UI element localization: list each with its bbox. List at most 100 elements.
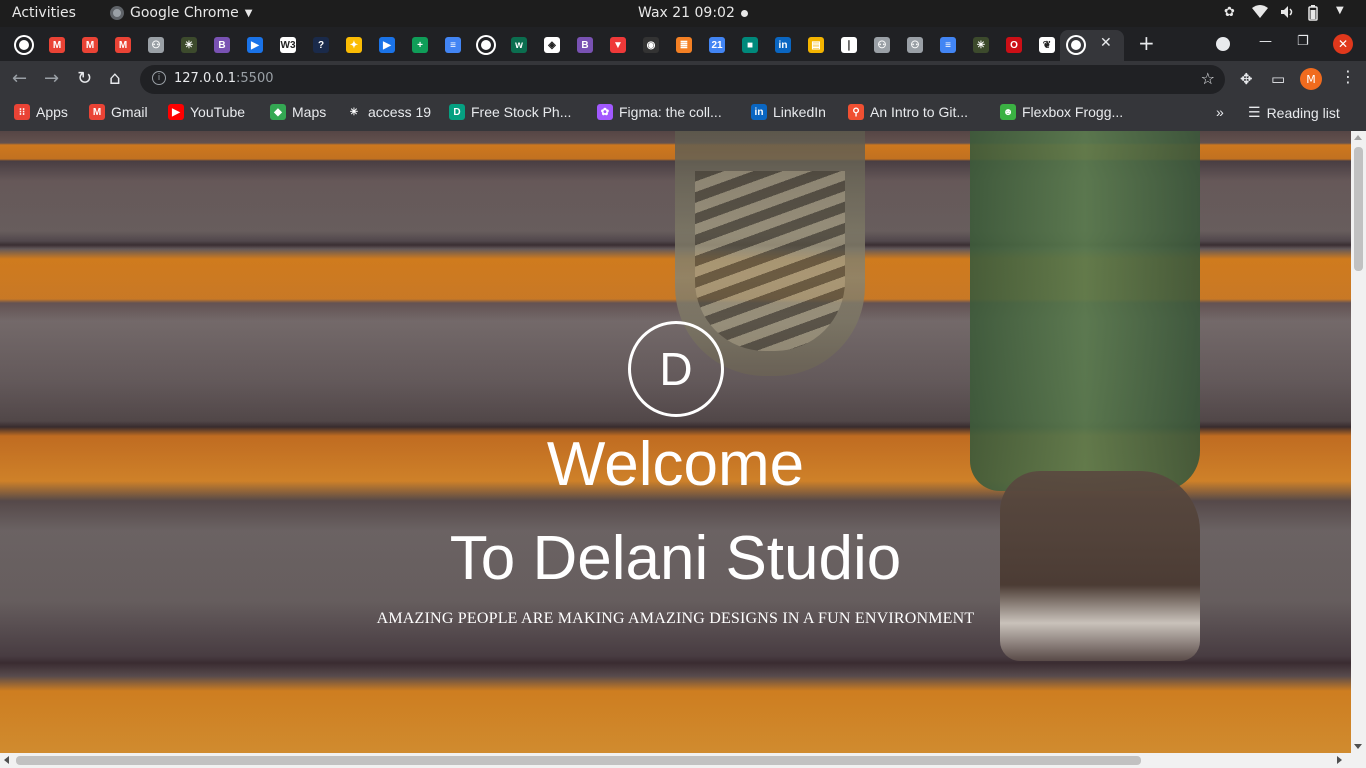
bookmark-item[interactable]: ⁝⁝ Apps (14, 104, 68, 120)
tab[interactable]: w (504, 32, 534, 58)
scroll-right-arrow-icon[interactable] (1337, 756, 1342, 764)
tab[interactable]: ⚇ (900, 32, 930, 58)
tab-active[interactable] (1060, 30, 1124, 61)
close-tab-icon[interactable]: ✕ (1100, 35, 1112, 51)
tab[interactable]: B (207, 32, 237, 58)
bookmark-star-icon[interactable]: ☆ (1201, 69, 1215, 88)
address-bar[interactable]: i 127.0.0.1:5500 ☆ (140, 65, 1225, 94)
linkedin-icon: in (775, 37, 791, 53)
tab[interactable]: + (405, 32, 435, 58)
activities-button[interactable]: Activities (12, 5, 76, 21)
reading-list-button[interactable]: ☰ Reading list (1248, 104, 1340, 121)
hero-tagline: AMAZING PEOPLE ARE MAKING AMAZING DESIGN… (376, 610, 975, 627)
minimize-button[interactable]: — (1259, 34, 1272, 49)
tab[interactable]: B (570, 32, 600, 58)
bookmark-label: Apps (36, 104, 68, 120)
tab[interactable]: ✳ (966, 32, 996, 58)
tab[interactable]: ≣ (669, 32, 699, 58)
vertical-scroll-thumb[interactable] (1354, 147, 1363, 271)
tab[interactable]: ▶ (372, 32, 402, 58)
studio-logo: D (628, 321, 724, 417)
globe-icon (1068, 37, 1084, 53)
bookmark-item[interactable]: ☻ Flexbox Frogg... (1000, 104, 1123, 120)
new-tab-button[interactable]: + (1138, 31, 1155, 55)
scroll-down-arrow-icon[interactable] (1354, 744, 1362, 749)
tab[interactable]: ≡ (438, 32, 468, 58)
bookmarks-bar: ⁝⁝ Apps M Gmail ▶ YouTube ◆ Maps ✳ access 19 D Free… (0, 97, 1366, 131)
tab[interactable]: O (999, 32, 1029, 58)
tab[interactable]: ✳ (174, 32, 204, 58)
help-icon: ? (313, 37, 329, 53)
w-icon: w (511, 37, 527, 53)
sheets-plus-icon: + (412, 37, 428, 53)
scroll-left-arrow-icon[interactable] (4, 756, 9, 764)
bookmark-item[interactable]: ✿ Figma: the coll... (597, 104, 722, 120)
bookmark-item[interactable]: in LinkedIn (751, 104, 826, 120)
bookmark-item[interactable]: ⚲ An Intro to Git... (848, 104, 968, 120)
git-icon: ⚲ (848, 104, 864, 120)
bookmark-item[interactable]: D Free Stock Ph... (449, 104, 571, 120)
system-tray[interactable]: ✿ ▼ (1224, 5, 1350, 21)
forward-button[interactable]: → (44, 68, 59, 89)
maximize-button[interactable]: ❐ (1297, 34, 1309, 49)
bookmark-item[interactable]: ◆ Maps (270, 104, 326, 120)
tab[interactable] (471, 32, 501, 58)
incognito-icon: ⚇ (907, 37, 923, 53)
tab[interactable]: 21 (702, 32, 732, 58)
tab[interactable]: in (768, 32, 798, 58)
palm-icon: ✳ (346, 104, 362, 120)
tab[interactable]: ▶ (240, 32, 270, 58)
tab[interactable]: M (75, 32, 105, 58)
figma-icon: ✿ (597, 104, 613, 120)
tab[interactable]: ✦ (339, 32, 369, 58)
bookmark-item[interactable]: ▶ YouTube (168, 104, 245, 120)
sites-icon: ✦ (346, 37, 362, 53)
scroll-up-arrow-icon[interactable] (1354, 135, 1362, 140)
extensions-puzzle-icon[interactable]: ✥ (1240, 70, 1253, 88)
tab[interactable]: ◉ (636, 32, 666, 58)
linkedin-icon: in (751, 104, 767, 120)
tab[interactable]: M (42, 32, 72, 58)
horizontal-scroll-thumb[interactable] (16, 756, 1141, 765)
url-text[interactable]: 127.0.0.1:5500 (174, 71, 274, 86)
globe-icon (16, 37, 32, 53)
bookmarks-overflow-button[interactable]: » (1216, 104, 1224, 120)
tab[interactable]: ▼ (603, 32, 633, 58)
tab[interactable]: ? (306, 32, 336, 58)
tab[interactable]: ⚇ (867, 32, 897, 58)
tab[interactable]: ❦ (1032, 32, 1062, 58)
tab[interactable]: ≡ (933, 32, 963, 58)
app-menu[interactable]: Google Chrome ▼ (110, 5, 252, 21)
tab[interactable] (9, 32, 39, 58)
bookmark-item[interactable]: ✳ access 19 (346, 104, 431, 120)
tab[interactable]: ▤ (801, 32, 831, 58)
tab[interactable]: ❘ (834, 32, 864, 58)
home-button[interactable]: ⌂ (109, 68, 120, 89)
opera-icon: O (1006, 37, 1022, 53)
site-info-icon[interactable]: i (152, 71, 166, 85)
chevron-down-icon: ▼ (244, 7, 253, 19)
tab[interactable]: ■ (735, 32, 765, 58)
reload-button[interactable]: ↻ (77, 68, 92, 89)
tab[interactable]: M (108, 32, 138, 58)
back-button[interactable]: ← (12, 68, 27, 89)
more-menu-icon[interactable]: ⋮ (1340, 67, 1356, 86)
cast-icon[interactable]: ▭ (1271, 70, 1285, 88)
horizontal-scrollbar[interactable] (0, 753, 1366, 768)
bookmark-label: Free Stock Ph... (471, 104, 572, 120)
app-name: Google Chrome (130, 5, 239, 21)
tab-search-button[interactable] (1216, 37, 1230, 51)
github-icon: ◉ (643, 37, 659, 53)
tab[interactable]: ⚇ (141, 32, 171, 58)
page-viewport[interactable]: D Welcome To Delani Studio AMAZING PEOPL… (0, 131, 1351, 753)
window-close-button[interactable]: ✕ (1333, 34, 1353, 54)
gmail-icon: M (89, 104, 105, 120)
clock[interactable]: Wax 21 09:02 (638, 5, 735, 21)
vertical-scrollbar[interactable] (1351, 131, 1366, 753)
profile-avatar[interactable]: M (1300, 68, 1322, 90)
bookmark-item[interactable]: M Gmail (89, 104, 148, 120)
meet-icon: ■ (742, 37, 758, 53)
tab[interactable]: W3 (273, 32, 303, 58)
tab[interactable]: ◈ (537, 32, 567, 58)
codepen-icon: ◈ (544, 37, 560, 53)
